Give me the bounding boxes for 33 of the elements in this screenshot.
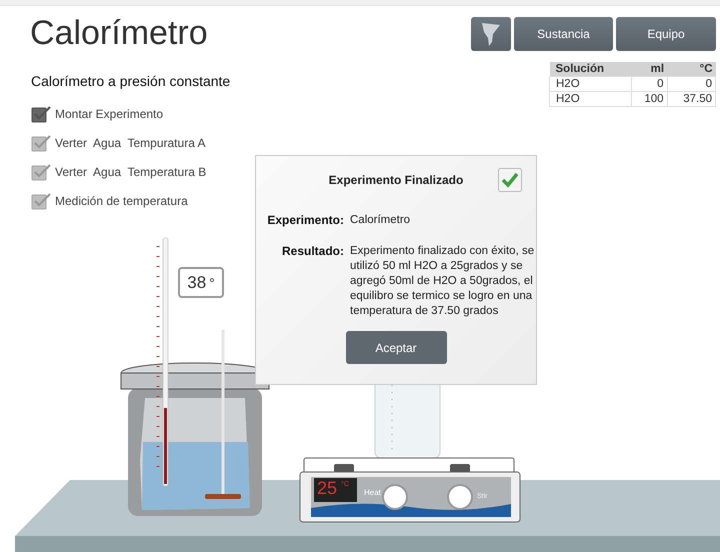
table-cell: 100 — [632, 92, 668, 106]
section-title: Calorímetro a presión constante — [31, 73, 230, 89]
checkbox[interactable] — [31, 162, 51, 180]
accept-button[interactable]: Aceptar — [346, 331, 446, 364]
page-title: Calorímetro — [30, 14, 208, 53]
field-label: Experimento: — [266, 213, 344, 228]
column-header: °C — [667, 62, 716, 76]
field-label: Resultado: — [280, 244, 344, 260]
display-value: 25 — [317, 478, 338, 499]
temperature-value: 38 — [187, 272, 206, 292]
column-header: ml — [632, 62, 668, 76]
field-value: Experimento finalizado con éxito, se utilizó 50 ml H2O a 25grados y se agregó 50ml de H2O a 50grados, el equilibro se termico se logro en una temperatura de 37.50 grados — [350, 244, 535, 319]
step-label: Montar Experimento — [55, 106, 164, 120]
table-cell: 37.50 — [667, 92, 716, 106]
funnel-button[interactable] — [471, 17, 511, 51]
dialog-title: Experimento Finalizado — [328, 173, 464, 187]
degree-sign: ° — [209, 274, 215, 290]
table-cell: H2O — [550, 92, 632, 106]
step-label: Verter Agua Tempuratura A — [55, 136, 206, 150]
step-label: Verter Agua Temperatura B — [55, 164, 206, 178]
table-cell: 0 — [632, 76, 668, 92]
column-header: Solución — [550, 62, 632, 76]
checkbox[interactable] — [31, 134, 51, 152]
table-cell: 0 — [667, 76, 716, 92]
toolbar-button[interactable]: Equipo — [616, 17, 716, 51]
table-cell: H2O — [550, 76, 632, 92]
knob-label: Heat — [364, 488, 381, 497]
toolbar-button[interactable]: Sustancia — [514, 17, 613, 51]
step-label: Medición de temperatura — [55, 194, 188, 208]
funnel-icon — [480, 20, 502, 48]
checkbox[interactable] — [31, 104, 51, 122]
field-value: Calorímetro — [350, 213, 412, 228]
checkbox[interactable] — [31, 192, 51, 210]
